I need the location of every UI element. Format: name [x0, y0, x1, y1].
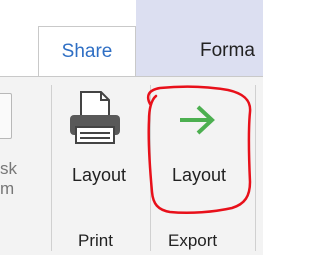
red-annotation-circle	[146, 85, 252, 215]
